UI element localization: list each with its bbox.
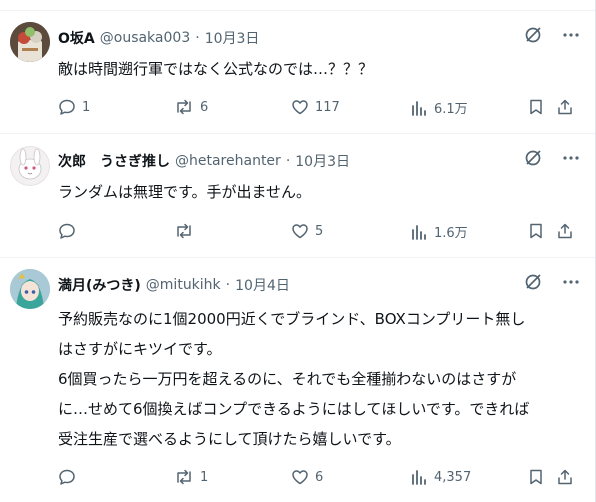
views-icon [410, 468, 428, 486]
tweet-text-line: はさすがにキツイです。 [58, 340, 222, 358]
views-button[interactable]: 1.6万 [410, 222, 468, 241]
tweet-date[interactable]: 10月3日 [295, 151, 350, 171]
repost-button[interactable]: 6 [174, 98, 208, 116]
tweet-text-line: に…せめて6個換えばコンプできるようにはしてほしいです。できれば [58, 400, 530, 418]
tweet-header: 満月(みつき) @mitukihk · 10月4日 [58, 275, 290, 295]
like-count: 6 [315, 469, 324, 485]
share-button[interactable] [556, 468, 574, 486]
tweet-text: ランダムは無理です。手が出ません。 [58, 182, 583, 202]
reply-icon [58, 222, 76, 240]
like-button[interactable]: 117 [291, 98, 340, 116]
views-button[interactable]: 4,357 [410, 468, 471, 486]
views-button[interactable]: 6.1万 [410, 98, 468, 117]
reply-count: 1 [82, 99, 91, 115]
like-count: 5 [315, 223, 324, 239]
views-count: 6.1万 [434, 102, 468, 117]
like-button[interactable]: 6 [291, 468, 323, 486]
tweet-header: O坂A @ousaka003 · 10月3日 [58, 28, 259, 48]
share-icon [556, 222, 574, 240]
share-icon [556, 468, 574, 486]
share-button[interactable] [556, 98, 574, 116]
bookmark-button[interactable] [527, 468, 545, 486]
repost-icon [174, 222, 194, 240]
tweet-actions: 1 6 4,357 [0, 468, 595, 488]
separator-dot: · [285, 153, 291, 169]
tweet-text-line: 受注生産で選べるようにして頂けたら嬉しいです。 [58, 430, 401, 448]
share-button[interactable] [556, 222, 574, 240]
repost-count: 6 [200, 99, 209, 115]
reply-button[interactable] [58, 222, 82, 240]
reply-button[interactable] [58, 468, 82, 486]
separator-dot: · [225, 277, 231, 293]
grok-icon[interactable] [523, 272, 543, 292]
more-icon[interactable] [561, 25, 581, 45]
tweet-header: 次郎 うさぎ推し @hetarehanter · 10月3日 [58, 151, 350, 171]
display-name[interactable]: 次郎 うさぎ推し [58, 151, 170, 171]
tweet-hetarehanter[interactable]: 次郎 うさぎ推し @hetarehanter · 10月3日 ランダムは無理です… [0, 134, 595, 258]
like-icon [291, 222, 309, 240]
bookmark-button[interactable] [527, 98, 545, 116]
views-count: 1.6万 [434, 226, 468, 241]
tweet-actions: 5 1.6万 [0, 222, 595, 242]
avatar[interactable] [10, 146, 50, 186]
tweet-text-line: 敵は時間遡行軍ではなく公式なのでは…？？？ [58, 60, 374, 78]
bookmark-icon [527, 98, 545, 116]
tweet-date[interactable]: 10月4日 [235, 275, 290, 295]
display-name[interactable]: O坂A [58, 28, 95, 48]
avatar[interactable] [10, 269, 50, 309]
views-icon [410, 99, 428, 117]
grok-icon[interactable] [523, 25, 543, 45]
repost-icon [174, 468, 194, 486]
grok-icon[interactable] [523, 148, 543, 168]
like-button[interactable]: 5 [291, 222, 323, 240]
tweet-text-line: 6個買ったら一万円を超えるのに、それでも全種揃わないのはさすが [58, 370, 517, 388]
views-icon [410, 223, 428, 241]
avatar[interactable] [10, 22, 50, 62]
repost-icon [174, 98, 194, 116]
timeline-top-edge [0, 0, 596, 11]
repost-button[interactable] [174, 222, 200, 240]
like-icon [291, 468, 309, 486]
tweet-text: 敵は時間遡行軍ではなく公式なのでは…？？？ [58, 59, 583, 79]
reply-icon [58, 468, 76, 486]
views-count: 4,357 [434, 469, 472, 485]
tweet-text: 予約販売なのに1個2000円近くでブラインド、BOXコンプリート無し はさすがに… [58, 304, 583, 454]
like-count: 117 [315, 99, 340, 115]
bookmark-button[interactable] [527, 222, 545, 240]
more-icon[interactable] [561, 272, 581, 292]
more-icon[interactable] [561, 148, 581, 168]
share-icon [556, 98, 574, 116]
repost-count: 1 [200, 469, 209, 485]
repost-button[interactable]: 1 [174, 468, 208, 486]
bookmark-icon [527, 222, 545, 240]
user-handle[interactable]: @ousaka003 [100, 30, 190, 46]
tweet-text-line: ランダムは無理です。手が出ません。 [58, 183, 312, 201]
tweet-date[interactable]: 10月3日 [205, 28, 260, 48]
tweet-mitukihk[interactable]: 満月(みつき) @mitukihk · 10月4日 予約販売なのに1個2000円… [0, 258, 595, 502]
tweet-text-line: 予約販売なのに1個2000円近くでブラインド、BOXコンプリート無し [58, 310, 526, 328]
tweet-actions: 1 6 117 6.1万 [0, 98, 595, 118]
tweet-top-actions [523, 272, 581, 292]
like-icon [291, 98, 309, 116]
tweet-top-actions [523, 25, 581, 45]
tweet-ousaka003[interactable]: O坂A @ousaka003 · 10月3日 敵は時間遡行軍ではなく公式なのでは… [0, 11, 595, 134]
reply-icon [58, 98, 76, 116]
user-handle[interactable]: @mitukihk [146, 277, 221, 293]
reply-button[interactable]: 1 [58, 98, 90, 116]
display-name[interactable]: 満月(みつき) [58, 275, 141, 295]
separator-dot: · [195, 30, 200, 46]
bookmark-icon [527, 468, 545, 486]
user-handle[interactable]: @hetarehanter [175, 153, 281, 169]
tweet-top-actions [523, 148, 581, 168]
